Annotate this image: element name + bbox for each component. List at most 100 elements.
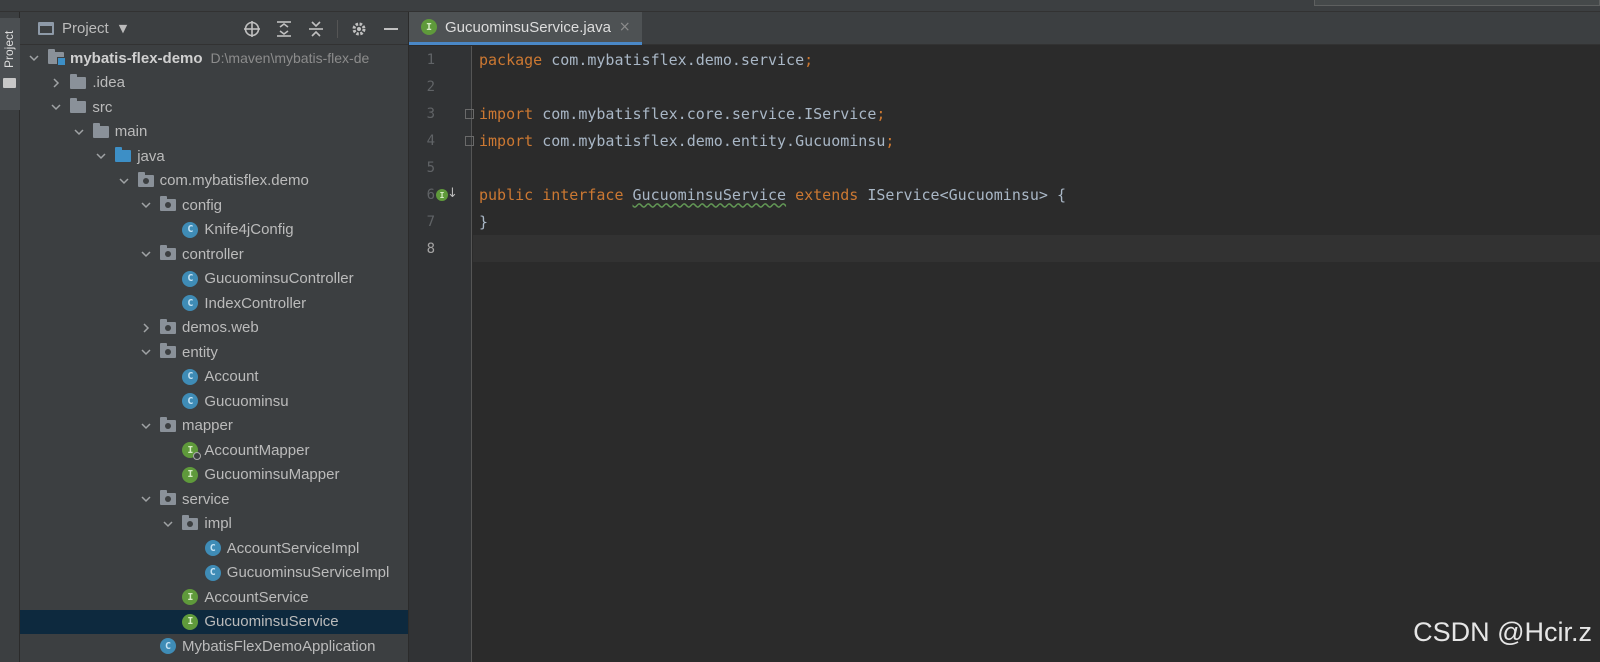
tree-item-label: config — [182, 196, 223, 214]
tree-item[interactable]: main — [20, 120, 408, 145]
folder-icon — [3, 78, 16, 88]
code-line: 7 } — [427, 208, 1600, 235]
fold-marker-icon[interactable] — [465, 109, 474, 119]
line-number: 3 — [426, 105, 435, 122]
project-panel: Project ▼ mybatis-flex-demo D:\maven\myba… — [20, 12, 408, 662]
tree-item[interactable]: C AccountServiceImpl — [20, 536, 408, 561]
project-panel-toolbar — [241, 12, 402, 45]
tab-gucuominsu-service[interactable]: I GucuominsuService.java × — [409, 12, 642, 45]
tree-item-label: controller — [182, 245, 244, 263]
tree-item[interactable]: I GucuominsuMapper — [20, 463, 408, 488]
tree-item[interactable]: C Gucuominsu — [20, 389, 408, 414]
code-text: public interface GucuominsuService exten… — [479, 185, 1067, 204]
tree-item-label: Account — [204, 368, 259, 386]
tree-item[interactable]: impl — [20, 512, 408, 537]
tree-item[interactable]: mapper — [20, 414, 408, 439]
tree-item[interactable]: I AccountService — [20, 585, 408, 610]
tree-item-label: Knife4jConfig — [204, 221, 294, 239]
toolbar-divider — [337, 19, 338, 38]
tree-item[interactable]: service — [20, 487, 408, 512]
code-text: } — [479, 212, 489, 231]
chevron-down-icon[interactable] — [73, 126, 85, 138]
tree-item[interactable]: entity — [20, 340, 408, 365]
chevron-down-icon[interactable] — [140, 420, 152, 432]
arrow-down-icon[interactable]: ↓ — [447, 186, 458, 201]
project-tree: mybatis-flex-demo D:\maven\mybatis-flex-d… — [20, 46, 408, 659]
window-icon — [38, 21, 54, 35]
code-line: 6 I ↓ public interface GucuominsuService… — [427, 181, 1600, 208]
tree-item-label: AccountMapper — [204, 441, 310, 459]
chevron-down-icon[interactable] — [140, 493, 152, 505]
tree-item-label: demos.web — [182, 319, 259, 337]
tree-item[interactable]: C GucuominsuServiceImpl — [20, 561, 408, 586]
locate-icon[interactable] — [241, 18, 263, 40]
class-icon: C — [182, 295, 199, 312]
search-everywhere-box[interactable] — [1314, 0, 1600, 6]
class-icon: C — [182, 368, 199, 385]
chevron-right-icon[interactable] — [140, 322, 152, 334]
tree-item[interactable]: .idea — [20, 71, 408, 96]
tree-item[interactable]: controller — [20, 242, 408, 267]
project-view-selector[interactable]: Project — [62, 20, 109, 37]
code-line: 5 — [427, 154, 1600, 181]
package-icon — [160, 318, 176, 336]
tree-item[interactable]: I AccountMapper — [20, 438, 408, 463]
code-area[interactable]: 1 package com.mybatisflex.demo.service; … — [427, 46, 1600, 662]
chevron-down-icon[interactable] — [140, 199, 152, 211]
class-icon: C — [182, 270, 199, 287]
chevron-down-icon[interactable] — [28, 52, 40, 64]
project-panel-header: Project ▼ — [20, 12, 408, 45]
chevron-down-icon[interactable] — [162, 518, 174, 530]
package-icon — [160, 490, 176, 507]
tree-item[interactable]: I GucuominsuService — [20, 609, 408, 634]
tree-item[interactable]: mybatis-flex-demo D:\maven\mybatis-flex-d… — [20, 46, 408, 71]
tree-item[interactable]: java — [20, 144, 408, 169]
chevron-down-icon[interactable] — [140, 248, 152, 260]
editor-tab-bar: I GucuominsuService.java × — [409, 12, 1600, 45]
tree-item-label: .idea — [92, 74, 125, 92]
watermark: CSDN @Hcir.z — [1413, 617, 1592, 647]
tree-item[interactable]: C Account — [20, 365, 408, 390]
chevron-down-icon[interactable] — [118, 175, 130, 187]
tree-item[interactable]: C Knife4jConfig — [20, 218, 408, 243]
tree-item-label: MybatisFlexDemoApplication — [182, 637, 376, 655]
tree-item[interactable]: com.mybatisflex.demo — [20, 169, 408, 194]
gear-icon[interactable] — [348, 18, 370, 40]
tree-item[interactable]: src — [20, 95, 408, 120]
chevron-down-icon[interactable]: ▼ — [119, 22, 127, 35]
code-text: import com.mybatisflex.demo.entity.Gucuo… — [479, 131, 895, 150]
tab-label: GucuominsuService.java — [445, 18, 611, 36]
collapse-all-icon[interactable] — [305, 18, 327, 40]
fold-marker-icon[interactable] — [465, 136, 474, 146]
line-number: 1 — [426, 51, 435, 68]
tree-item[interactable]: demos.web — [20, 316, 408, 341]
tree-item-label: GucuominsuService — [204, 613, 339, 631]
tree-item-label: service — [182, 490, 230, 508]
project-tool-tab[interactable]: Project — [0, 18, 20, 110]
tree-item-label: IndexController — [204, 294, 307, 312]
tree-item[interactable]: C GucuominsuController — [20, 267, 408, 292]
hide-icon[interactable] — [380, 18, 402, 40]
chevron-down-icon[interactable] — [50, 101, 62, 113]
module-folder-icon — [48, 49, 66, 67]
close-icon[interactable]: × — [619, 19, 631, 35]
chevron-right-icon[interactable] — [50, 77, 62, 89]
tree-item-label: com.mybatisflex.demo — [159, 172, 309, 190]
expand-all-icon[interactable] — [273, 18, 295, 40]
tree-item-label: AccountServiceImpl — [226, 539, 360, 557]
class-icon: C — [204, 540, 221, 557]
tool-window-strip: Project — [0, 12, 20, 662]
tree-item[interactable]: C IndexController — [20, 291, 408, 316]
chevron-down-icon[interactable] — [95, 150, 107, 162]
tree-item-label: mapper — [182, 417, 233, 435]
folder-icon — [70, 98, 87, 115]
chevron-down-icon[interactable] — [140, 346, 152, 358]
tree-item-label: AccountService — [204, 588, 309, 606]
code-line: 2 — [427, 73, 1600, 100]
tree-item[interactable]: C MybatisFlexDemoApplication — [20, 634, 408, 659]
code-line: 3 import com.mybatisflex.core.service.IS… — [427, 100, 1600, 127]
code-line-current: 8 — [427, 235, 1600, 262]
tree-item[interactable]: config — [20, 193, 408, 218]
tree-item-label: GucuominsuMapper — [204, 466, 340, 484]
package-icon — [182, 514, 199, 532]
